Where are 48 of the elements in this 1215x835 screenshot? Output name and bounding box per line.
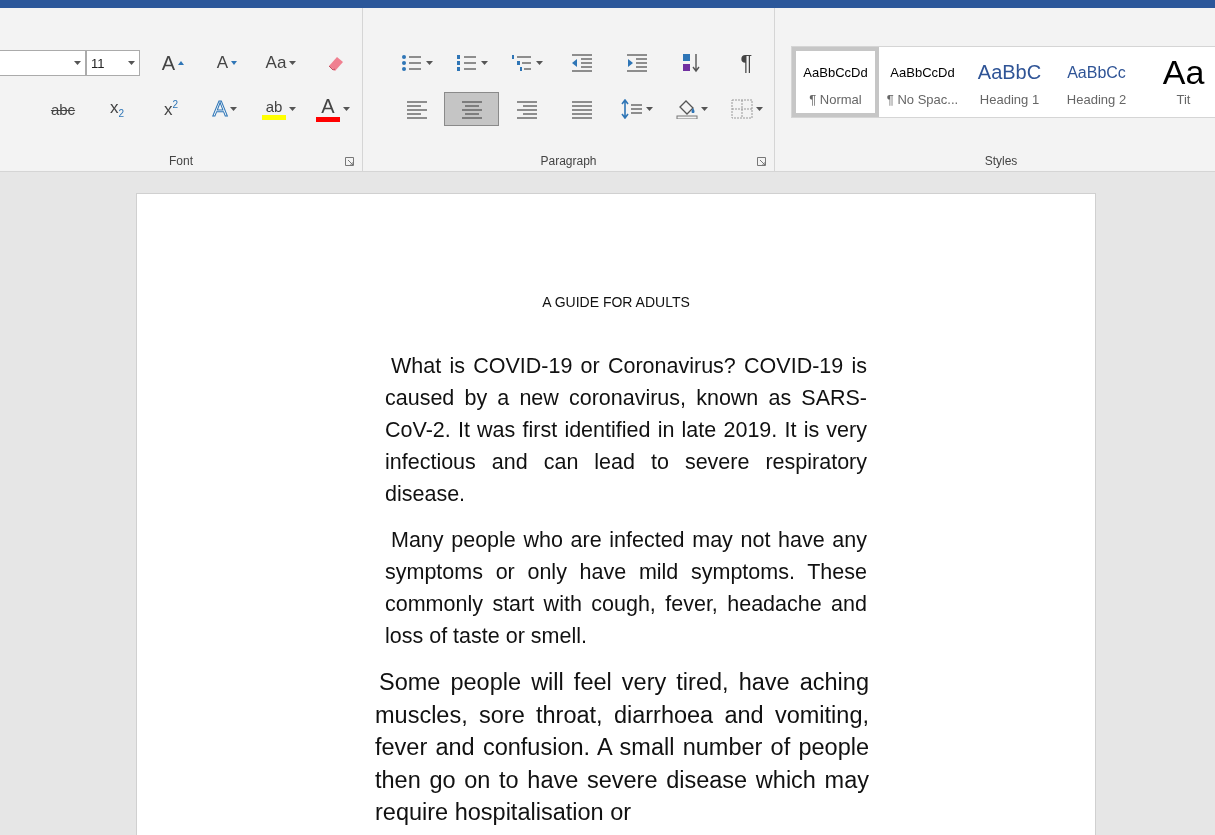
dropdown-caret-icon (645, 107, 653, 111)
group-label: Styles (984, 154, 1018, 168)
align-right-icon (515, 99, 538, 119)
body-paragraph: What is COVID-19 or Coronavirus? COVID-19 is caused by a new coronavirus, known as SARS-CoV-2. It was first identified in late 2019. It is very infectious and can lead to severe respiratory disease. (385, 353, 867, 508)
bullets-icon (400, 53, 423, 73)
document-heading: A GUIDE FOR ADULTS (541, 294, 691, 310)
dropdown-caret-icon (700, 107, 708, 111)
up-triangle-icon (178, 61, 185, 65)
group-label: Paragraph (540, 154, 597, 168)
dropdown-caret-icon (755, 107, 763, 111)
dropdown-caret-icon (480, 61, 488, 65)
numbering-icon (455, 53, 478, 73)
line-spacing-icon (620, 99, 643, 119)
shrink-font-button[interactable]: A (200, 47, 254, 79)
body-paragraph: Many people who are infected may not have any symptoms or only have mild symptoms. These commonly start with cough, fever, headache and loss of taste or smell. (385, 527, 867, 650)
justify-icon (570, 99, 593, 119)
body-paragraph: Some people will feel very tired, have aching muscles, sore throat, diarrhoea and vomiting, fever and confusion. A small number of people then go on to have severe disease which may require hospitalisation or (375, 668, 869, 827)
change-case-button[interactable]: Aa (254, 47, 308, 79)
dialog-launcher-icon[interactable] (757, 157, 766, 166)
style-option[interactable]: AaBbCcDd ¶ Normal (792, 47, 879, 117)
font-name-field[interactable] (0, 50, 86, 76)
dropdown-caret-icon (230, 107, 238, 111)
dropdown-caret-icon (289, 107, 296, 111)
down-triangle-icon (231, 61, 238, 65)
superscript-button[interactable]: x$^{2}$ (144, 93, 198, 125)
strikethrough-button[interactable]: abc (36, 93, 90, 125)
align-left-icon (405, 99, 428, 119)
decrease-indent-icon (570, 53, 593, 73)
align-center-icon (460, 99, 483, 119)
highlight-button[interactable]: ab (252, 93, 306, 125)
font-color-button[interactable]: A (306, 93, 360, 125)
dropdown-caret-icon (289, 61, 297, 65)
align-center-button[interactable] (444, 92, 499, 126)
increase-indent-icon (625, 53, 648, 73)
dropdown-caret-icon (425, 61, 433, 65)
show-marks-button[interactable]: ¶ (719, 46, 774, 80)
font-size-field[interactable]: 11 (86, 50, 140, 76)
dropdown-caret-icon (343, 107, 350, 111)
shading-icon (675, 99, 698, 119)
subscript-button[interactable]: x$_{2}$ (90, 93, 144, 125)
dropdown-caret-icon (128, 61, 135, 65)
borders-icon (730, 99, 753, 119)
multilevel-icon (510, 53, 533, 73)
dropdown-caret-icon (535, 61, 543, 65)
dialog-launcher-icon[interactable] (345, 157, 354, 166)
group-label: Font (169, 154, 193, 168)
grow-font-button[interactable]: A (146, 47, 200, 79)
dropdown-caret-icon (74, 61, 81, 65)
